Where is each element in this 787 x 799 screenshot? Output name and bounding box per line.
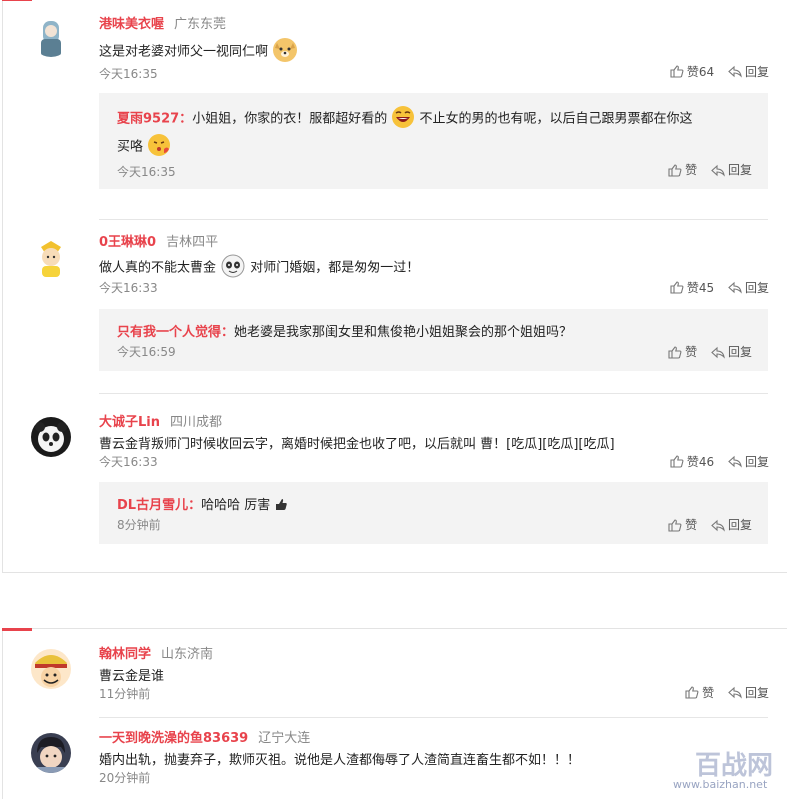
- reply-username[interactable]: DL古月雪儿：: [117, 498, 201, 513]
- comment-text: 这是对老婆对师父一视同仁啊: [99, 37, 298, 67]
- comment-text: 曹云金是谁: [99, 669, 165, 684]
- reply-button[interactable]: 回复: [711, 163, 752, 177]
- panda-emoji-icon: [220, 253, 246, 283]
- comment-time: 今天16:33: [99, 455, 158, 469]
- comment-time: 11分钟前: [99, 687, 151, 701]
- avatar[interactable]: [31, 733, 71, 773]
- avatar[interactable]: [31, 417, 71, 457]
- reply-actions: 赞 回复: [668, 516, 752, 533]
- thumbs-up-icon: [668, 346, 682, 359]
- comment-text: 曹云金背叛师门时候收回云字，离婚时候把金也收了吧，以后就叫 曹！[吃瓜][吃瓜]…: [99, 437, 615, 452]
- like-button[interactable]: 赞64: [670, 63, 714, 80]
- like-button[interactable]: 赞: [685, 684, 714, 701]
- reply-arrow-icon: [728, 281, 742, 294]
- avatar[interactable]: [31, 17, 71, 57]
- reply-actions: 赞 回复: [668, 161, 752, 178]
- avatar[interactable]: [31, 239, 71, 279]
- reply-arrow-icon: [711, 346, 725, 359]
- thumbs-up-icon: [670, 281, 684, 294]
- reply-button[interactable]: 回复: [728, 453, 769, 470]
- reply-arrow-icon: [711, 519, 725, 532]
- reply-text-continued: 买咯: [117, 133, 171, 161]
- user-location: 辽宁大连: [258, 731, 311, 746]
- thumbs-up-emoji-icon: [274, 497, 288, 515]
- reply-time: 今天16:35: [117, 165, 176, 179]
- reply-text: DL古月雪儿：哈哈哈 厉害: [117, 494, 288, 515]
- watermark-text: 百战网: [695, 751, 773, 781]
- username[interactable]: 0王琳琳0 吉林四平: [99, 231, 218, 250]
- reply-text: 只有我一个人觉得：她老婆是我家那闺女里和焦俊艳小姐姐聚会的那个姐姐吗？: [117, 325, 573, 340]
- reply-arrow-icon: [728, 65, 742, 78]
- kissing-emoji-icon: [147, 133, 171, 161]
- comment-time: 今天16:33: [99, 281, 158, 295]
- like-button[interactable]: 赞: [668, 345, 697, 359]
- comment-actions: 赞46 回复: [670, 453, 769, 470]
- reply-time: 8分钟前: [117, 518, 161, 532]
- like-button[interactable]: 赞: [668, 163, 697, 177]
- comment-time: 20分钟前: [99, 771, 151, 785]
- reply-button[interactable]: 回复: [728, 684, 769, 701]
- reply-button[interactable]: 回复: [711, 518, 752, 532]
- reply-actions: 赞 回复: [668, 343, 752, 360]
- avatar[interactable]: [31, 649, 71, 689]
- username[interactable]: 大诚子Lin 四川成都: [99, 411, 222, 430]
- thumbs-up-icon: [668, 519, 682, 532]
- doge-emoji-icon: [272, 37, 298, 67]
- reply-text: 夏雨9527：小姐姐，你家的衣！服都超好看的 不止女的男的也有呢，以后自己跟男票…: [117, 105, 693, 133]
- reply-button[interactable]: 回复: [728, 279, 769, 296]
- reply-arrow-icon: [711, 164, 725, 177]
- comment-actions: 赞 回复: [685, 684, 769, 701]
- watermark-url: www.baizhan.net: [673, 778, 768, 790]
- user-location: 四川成都: [170, 415, 223, 430]
- reply-box: 只有我一个人觉得：她老婆是我家那闺女里和焦俊艳小姐姐聚会的那个姐姐吗？ 今天16…: [99, 309, 768, 371]
- reply-username[interactable]: 夏雨9527：: [117, 112, 192, 127]
- watermark-logo: 百战网 www.baizhan.net: [633, 746, 783, 791]
- comment-divider: [99, 393, 768, 394]
- thumbs-up-icon: [668, 164, 682, 177]
- comment-text: 婚内出轨，抛妻弃子，欺师灭祖。说他是人渣都侮辱了人渣简直连畜生都不如！！！: [99, 753, 581, 768]
- reply-time: 今天16:59: [117, 345, 176, 359]
- comment-actions: 赞64 回复: [670, 63, 769, 80]
- comment-card-1: 港味美衣喔 广东东莞 这是对老婆对师父一视同仁啊 今天16:35 赞64 回复 夏…: [2, 0, 787, 573]
- username[interactable]: 翰林同学 山东济南: [99, 643, 213, 662]
- username[interactable]: 港味美衣喔 广东东莞: [99, 13, 226, 32]
- thumbs-up-icon: [670, 455, 684, 468]
- like-button[interactable]: 赞46: [670, 453, 714, 470]
- reply-box: 夏雨9527：小姐姐，你家的衣！服都超好看的 不止女的男的也有呢，以后自己跟男票…: [99, 93, 768, 189]
- reply-arrow-icon: [728, 455, 742, 468]
- thumbs-up-icon: [670, 65, 684, 78]
- comment-divider: [99, 717, 768, 718]
- user-location: 山东济南: [161, 647, 214, 662]
- thumbs-up-icon: [685, 686, 699, 699]
- laughing-emoji-icon: [391, 105, 415, 133]
- reply-box: DL古月雪儿：哈哈哈 厉害 8分钟前 赞 回复: [99, 482, 768, 544]
- username[interactable]: 一天到晚洗澡的鱼83639 辽宁大连: [99, 727, 310, 746]
- reply-arrow-icon: [728, 686, 742, 699]
- reply-button[interactable]: 回复: [711, 345, 752, 359]
- comment-time: 今天16:35: [99, 67, 158, 81]
- comment-actions: 赞45 回复: [670, 279, 769, 296]
- like-button[interactable]: 赞45: [670, 279, 714, 296]
- like-button[interactable]: 赞: [668, 518, 697, 532]
- reply-username[interactable]: 只有我一个人觉得：: [117, 325, 234, 340]
- user-location: 吉林四平: [166, 235, 219, 250]
- reply-button[interactable]: 回复: [728, 63, 769, 80]
- user-location: 广东东莞: [174, 17, 227, 32]
- comment-divider: [99, 219, 768, 220]
